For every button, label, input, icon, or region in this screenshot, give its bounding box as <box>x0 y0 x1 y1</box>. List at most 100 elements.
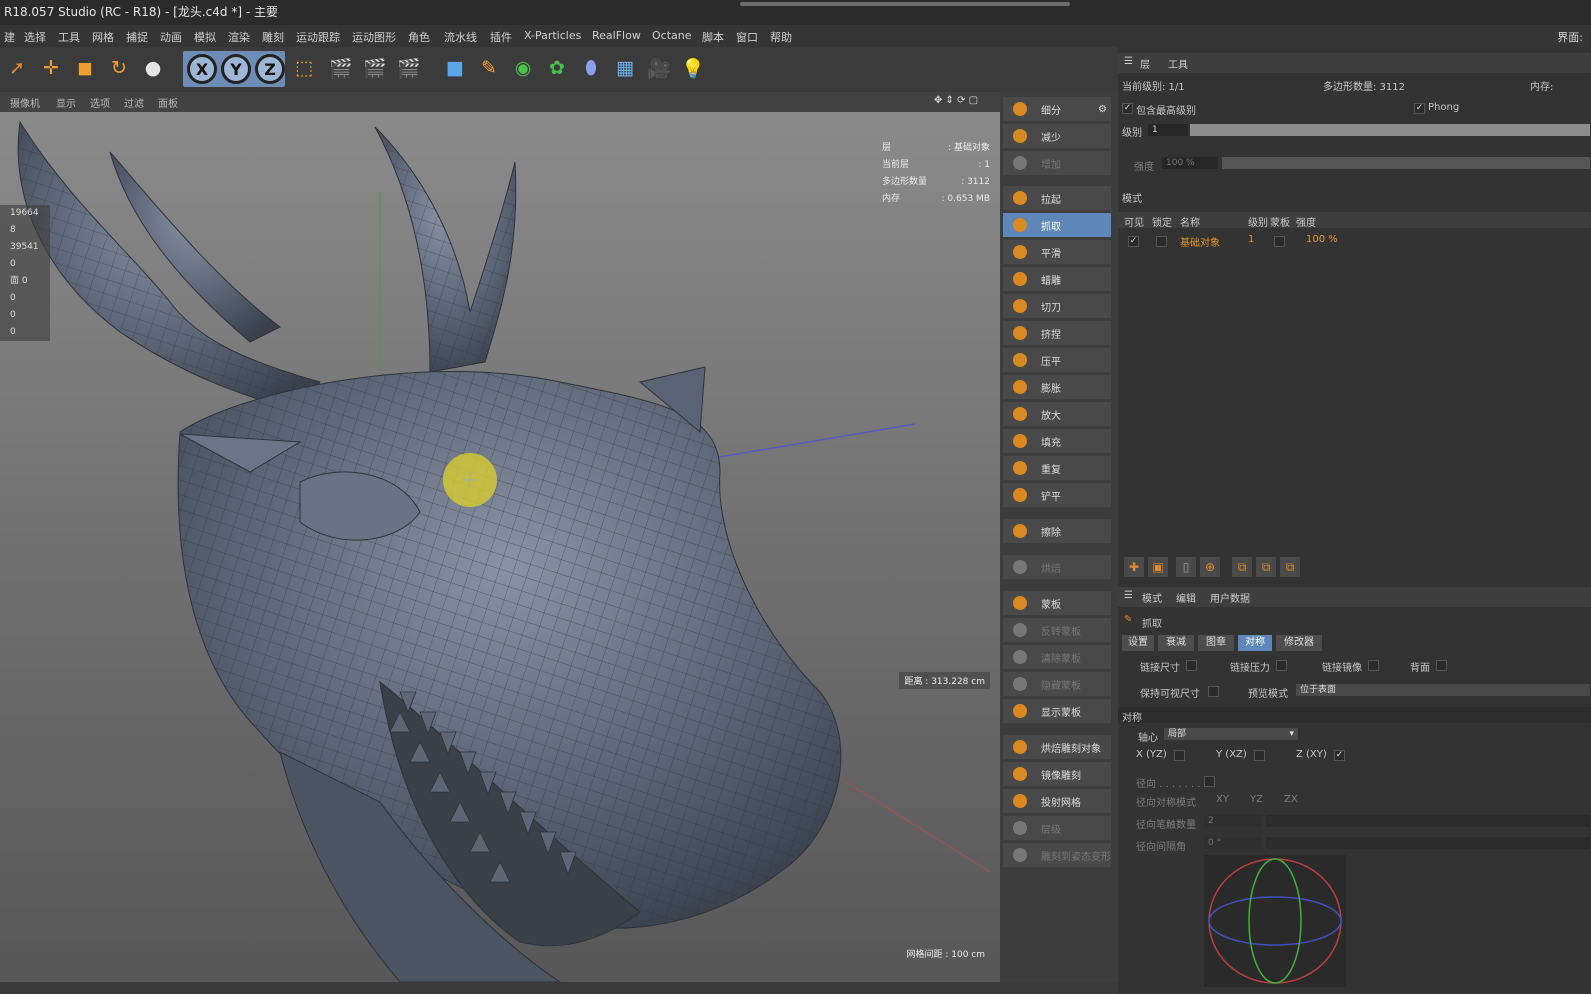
link-size-checkbox[interactable] <box>1186 660 1197 671</box>
sculpt-to-pose-morph[interactable]: 雕刻到姿态变形 <box>1003 843 1111 867</box>
brush-flatten[interactable]: 压平 <box>1003 348 1111 372</box>
tab-user-data[interactable]: 用户数据 <box>1210 590 1250 605</box>
brush-erase[interactable]: 擦除 <box>1003 519 1111 543</box>
menu-item[interactable]: 捕捉 <box>126 29 148 45</box>
strength-slider[interactable] <box>1222 157 1590 169</box>
menu-item[interactable]: 雕刻 <box>262 29 284 45</box>
scale-icon[interactable]: ◼ <box>70 53 100 83</box>
menu-item[interactable]: 运动图形 <box>352 29 396 45</box>
viewport-menu-options[interactable]: 选项 <box>90 95 110 110</box>
brush-subdivide[interactable]: 细分 ⚙ <box>1003 97 1111 121</box>
live-selection-icon[interactable]: ● <box>138 53 168 83</box>
keep-visible-size-checkbox[interactable] <box>1208 686 1219 697</box>
brush-amplify[interactable]: 放大 <box>1003 402 1111 426</box>
subdivision-icon[interactable]: ◉ <box>508 53 538 83</box>
add-folder-icon[interactable]: ▣ <box>1148 557 1168 577</box>
col-visible[interactable]: 可见 <box>1124 214 1144 229</box>
menu-item[interactable]: 建 <box>4 29 15 45</box>
layout-label[interactable]: 界面: <box>1557 29 1583 45</box>
menu-item[interactable]: 插件 <box>490 29 512 45</box>
radial-count-slider[interactable] <box>1266 815 1590 827</box>
floor-icon[interactable]: ▦ <box>610 53 640 83</box>
mirror-sculpt[interactable]: 镜像雕刻 <box>1003 762 1111 786</box>
brush-fill[interactable]: 填充 <box>1003 429 1111 453</box>
render-settings-icon[interactable]: 🎬 <box>394 53 424 83</box>
radial-angle-field[interactable]: 0 ° <box>1204 837 1262 849</box>
col-lock[interactable]: 锁定 <box>1152 214 1172 229</box>
row-name[interactable]: 基础对象 <box>1180 234 1220 249</box>
back-checkbox[interactable] <box>1436 660 1447 671</box>
clear-layer-icon[interactable]: ⧉ <box>1280 557 1300 577</box>
brush-decrease[interactable]: 减少 <box>1003 124 1111 148</box>
level-slider[interactable] <box>1190 124 1590 136</box>
project-mesh[interactable]: 投射网格 <box>1003 789 1111 813</box>
subtab-stamp[interactable]: 图章 <box>1198 635 1234 651</box>
cube-icon[interactable]: ■ <box>440 53 470 83</box>
menu-item[interactable]: 流水线 <box>444 29 477 45</box>
radial-angle-slider[interactable] <box>1266 837 1590 849</box>
menu-item[interactable]: 渲染 <box>228 29 250 45</box>
invert-mask[interactable]: 反转蒙板 <box>1003 618 1111 642</box>
coordinate-system-icon[interactable]: ⬚ <box>289 53 319 83</box>
hide-mask[interactable]: 隐藏蒙板 <box>1003 672 1111 696</box>
brush-repeat[interactable]: 重复 <box>1003 456 1111 480</box>
viewport-menu-display[interactable]: 显示 <box>56 95 76 110</box>
show-mask[interactable]: 显示蒙板 <box>1003 699 1111 723</box>
menu-item[interactable]: 运动跟踪 <box>296 29 340 45</box>
bake-sculpt-object[interactable]: 烘焙雕刻对象 <box>1003 735 1111 759</box>
symmetry-gizmo-preview[interactable] <box>1204 855 1346 987</box>
menu-item[interactable]: 动画 <box>160 29 182 45</box>
phong-checkbox[interactable]: ✓ <box>1414 103 1425 114</box>
menu-item[interactable]: 帮助 <box>770 29 792 45</box>
deformer-icon[interactable]: ⬮ <box>576 53 606 83</box>
axis-x-button[interactable]: X <box>187 54 217 84</box>
viewport-menu-filter[interactable]: 过滤 <box>124 95 144 110</box>
render-view-icon[interactable]: 🎬 <box>326 53 356 83</box>
light-icon[interactable]: 💡 <box>678 53 708 83</box>
menu-item[interactable]: 模拟 <box>194 29 216 45</box>
mask-brush[interactable]: 蒙板 <box>1003 591 1111 615</box>
add-layer-icon[interactable]: ✚ <box>1124 557 1144 577</box>
level-field[interactable]: 1 <box>1148 124 1188 136</box>
axis-y-button[interactable]: Y <box>221 54 251 84</box>
menu-item[interactable]: Octane <box>652 29 692 42</box>
move-icon[interactable]: ✛ <box>36 53 66 83</box>
brush-inflate[interactable]: 膨胀 <box>1003 375 1111 399</box>
brush-bake-inactive[interactable]: 烘焙 <box>1003 555 1111 579</box>
radial-mode-zx[interactable]: ZX <box>1284 794 1298 805</box>
viewport-nav-icons[interactable]: ✥ ⇕ ⟳ ▢ <box>934 95 978 106</box>
subtab-settings[interactable]: 设置 <box>1122 635 1154 651</box>
link-pressure-checkbox[interactable] <box>1276 660 1287 671</box>
brush-smooth[interactable]: 平滑 <box>1003 240 1111 264</box>
sculpt-level[interactable]: 层级 <box>1003 816 1111 840</box>
gear-icon[interactable]: ⚙ <box>1098 104 1107 115</box>
delete-layer-icon[interactable]: ▯ <box>1176 557 1196 577</box>
row-lock-checkbox[interactable] <box>1156 236 1167 247</box>
axis-z-button[interactable]: Z <box>255 54 285 84</box>
table-row[interactable]: ✓ 基础对象 1 100 % <box>1118 233 1591 249</box>
subtab-modifiers[interactable]: 修改器 <box>1276 635 1322 651</box>
z-xy-checkbox[interactable]: ✓ <box>1334 750 1345 761</box>
menu-item[interactable]: RealFlow <box>592 29 641 42</box>
include-top-level-checkbox[interactable]: ✓ <box>1122 103 1133 114</box>
radial-mode-xy[interactable]: XY <box>1216 794 1229 805</box>
subtab-symmetry[interactable]: 对称 <box>1238 635 1272 651</box>
preview-mode-dropdown[interactable]: 位于表面 <box>1296 684 1590 696</box>
row-mask-checkbox[interactable] <box>1274 236 1285 247</box>
x-yz-checkbox[interactable] <box>1174 750 1185 761</box>
menu-item[interactable]: 角色 <box>408 29 430 45</box>
tab-mode[interactable]: 模式 <box>1142 590 1162 605</box>
menu-item[interactable]: 窗口 <box>736 29 758 45</box>
clear-mask[interactable]: 清除蒙板 <box>1003 645 1111 669</box>
copy-layer-icon[interactable]: ⧉ <box>1232 557 1252 577</box>
radial-checkbox[interactable] <box>1204 776 1215 787</box>
render-picture-viewer-icon[interactable]: 🎬 <box>360 53 390 83</box>
strength-field[interactable]: 100 % <box>1162 157 1218 169</box>
menu-item[interactable]: X-Particles <box>524 29 581 42</box>
brush-wax[interactable]: 蜡雕 <box>1003 267 1111 291</box>
brush-pinch[interactable]: 挤捏 <box>1003 321 1111 345</box>
brush-pull[interactable]: 拉起 <box>1003 186 1111 210</box>
dragon-head-model[interactable] <box>0 112 1000 982</box>
tab-tools[interactable]: 工具 <box>1168 56 1188 71</box>
paste-layer-icon[interactable]: ⧉ <box>1256 557 1276 577</box>
